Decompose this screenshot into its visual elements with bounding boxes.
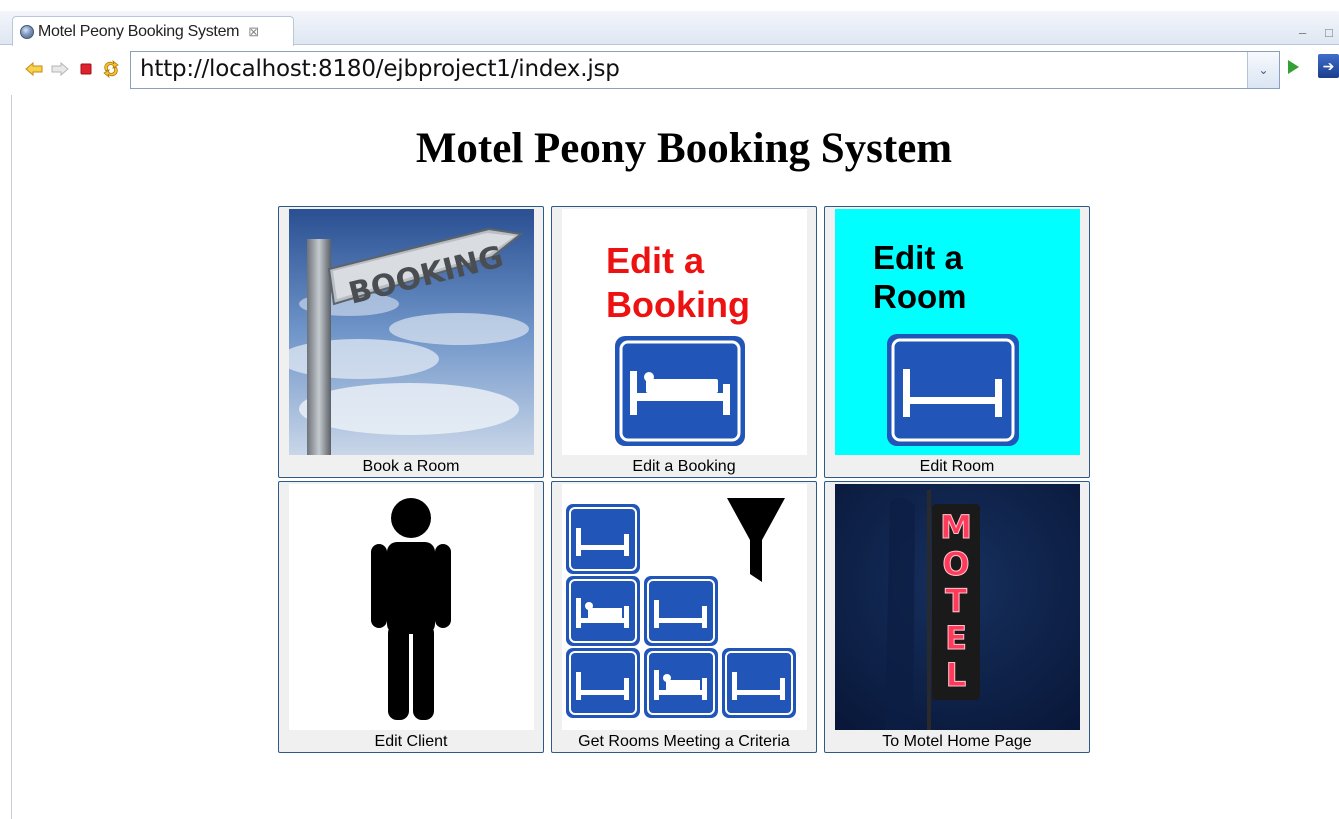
criteria-tile[interactable]: Get Rooms Meeting a Criteria [551,481,817,753]
edit-room-text-1: Edit a [873,239,963,276]
address-bar[interactable]: http://localhost:8180/ejbproject1/index.… [130,51,1280,89]
motel-letter-o: O [942,545,969,583]
go-icon[interactable] [1288,60,1299,74]
criteria-filter-image[interactable] [562,484,807,730]
client-person-image[interactable] [289,484,534,730]
page-title: Motel Peony Booking System [415,125,953,172]
edit-booking-tile[interactable]: Edit a Booking Edit a Booking [551,206,817,478]
chevron-down-icon[interactable]: ⌄ [1247,52,1279,88]
browser-tab[interactable]: Motel Peony Booking System ⊠ [12,16,294,46]
browser-toolbar: http://localhost:8180/ejbproject1/index.… [0,46,1339,94]
book-room-label[interactable]: Book a Room [279,458,543,476]
editor-tab-bar: Motel Peony Booking System ⊠ – □ [0,11,1339,46]
motel-letter-m: M [940,508,972,546]
edit-client-label[interactable]: Edit Client [279,733,543,751]
edit-booking-text-2: Booking [606,284,750,325]
close-icon[interactable]: ⊠ [248,24,259,40]
edit-room-tile[interactable]: Edit a Room Edit Room [824,206,1090,478]
edit-room-label[interactable]: Edit Room [825,458,1089,476]
back-icon[interactable] [24,59,44,79]
edit-booking-text-1: Edit a [606,240,705,281]
book-room-tile[interactable]: BOOKING Book a Room [278,206,544,478]
refresh-icon[interactable] [101,59,121,79]
edit-client-tile[interactable]: Edit Client [278,481,544,753]
criteria-label[interactable]: Get Rooms Meeting a Criteria [552,733,816,751]
edit-booking-image[interactable]: Edit a Booking [562,209,807,455]
globe-icon [20,24,34,39]
motel-neon-image[interactable]: M O T E L [835,484,1080,730]
minimize-icon[interactable]: – [1299,25,1306,40]
window-top-strip [0,0,1339,10]
tab-title: Motel Peony Booking System [38,22,240,40]
bed-sign-icon [566,504,640,574]
motel-letter-t: T [945,582,967,620]
booking-signpost-image[interactable]: BOOKING [289,209,534,455]
edit-room-text-2: Room [873,278,967,315]
edit-booking-label[interactable]: Edit a Booking [552,458,816,476]
left-gutter [0,95,12,819]
edit-room-image[interactable]: Edit a Room [835,209,1080,455]
motel-home-tile[interactable]: M O T E L To Motel Home Page [824,481,1090,753]
forward-icon[interactable] [50,59,70,79]
url-text[interactable]: http://localhost:8180/ejbproject1/index.… [140,56,620,82]
go-external-icon[interactable]: ➔ [1318,54,1339,78]
maximize-icon[interactable]: □ [1325,25,1333,40]
motel-home-label[interactable]: To Motel Home Page [825,733,1089,751]
stop-icon[interactable] [76,59,96,79]
motel-letter-e: E [945,619,967,657]
motel-letter-l: L [946,656,966,694]
